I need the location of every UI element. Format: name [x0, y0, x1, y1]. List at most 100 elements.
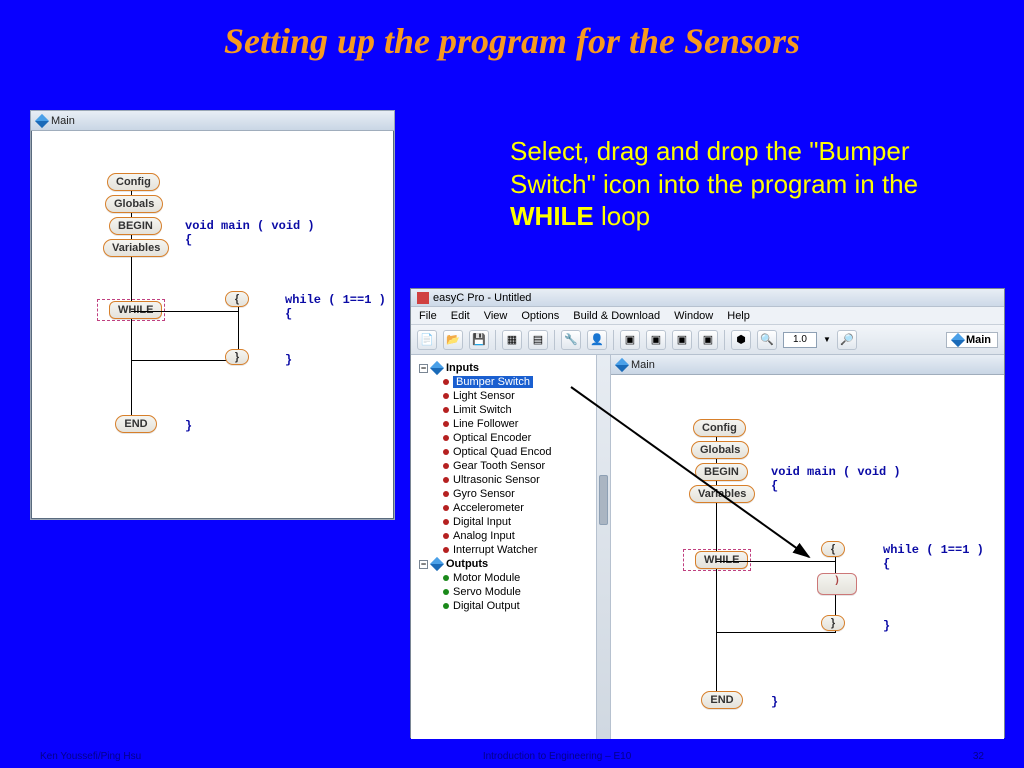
tree-item-optical-encoder[interactable]: Optical Encoder — [415, 431, 610, 445]
tool-icon[interactable]: 🔧 — [561, 330, 581, 350]
instruction-bold: WHILE — [510, 201, 594, 231]
drop-target[interactable]: ) — [817, 573, 857, 595]
wire — [131, 360, 239, 361]
tree-item-digital-input[interactable]: Digital Input — [415, 515, 610, 529]
cube-icon — [430, 361, 444, 375]
scroll-thumb[interactable] — [599, 475, 608, 525]
main-flowchart-window: Main Config Globals BEGIN Variables WHIL… — [30, 110, 395, 520]
group-outputs-label: Outputs — [446, 558, 488, 570]
win2-flowchart: Config Globals BEGIN Variables WHILE { )… — [611, 375, 1004, 759]
bullet-icon — [443, 393, 449, 399]
code-main: void main ( void ) { — [185, 219, 315, 247]
code-close2: } — [771, 695, 778, 709]
tree-item-light-sensor[interactable]: Light Sensor — [415, 389, 610, 403]
tool-icon[interactable]: 👤 — [587, 330, 607, 350]
block-end[interactable]: END — [115, 415, 157, 433]
block-config[interactable]: Config — [107, 173, 160, 191]
tree-item-accelerometer[interactable]: Accelerometer — [415, 501, 610, 515]
dropdown-icon[interactable]: ▼ — [823, 335, 831, 344]
tree-pane: − Inputs Bumper Switch Light Sensor Limi… — [411, 355, 611, 739]
block-globals[interactable]: Globals — [105, 195, 163, 213]
tool-icon[interactable]: ⬢ — [731, 330, 751, 350]
block-end[interactable]: END — [701, 691, 743, 709]
open-icon[interactable]: 📂 — [443, 330, 463, 350]
tree-item-gear-tooth[interactable]: Gear Tooth Sensor — [415, 459, 610, 473]
cube-icon — [430, 557, 444, 571]
bullet-icon — [443, 435, 449, 441]
tree-item-analog-input[interactable]: Analog Input — [415, 529, 610, 543]
win2-appbar: easyC Pro - Untitled — [411, 289, 1004, 307]
tree-item-line-follower[interactable]: Line Follower — [415, 417, 610, 431]
separator — [724, 330, 725, 350]
cube-icon — [615, 357, 629, 371]
tool-icon[interactable]: ▣ — [698, 330, 718, 350]
tree-item-servo-module[interactable]: Servo Module — [415, 585, 610, 599]
win1-title: Main — [51, 115, 75, 127]
save-icon[interactable]: 💾 — [469, 330, 489, 350]
code-close1: } — [285, 353, 292, 367]
tree-item-gyro[interactable]: Gyro Sensor — [415, 487, 610, 501]
block-rbrace[interactable]: } — [225, 349, 249, 365]
bullet-icon — [443, 505, 449, 511]
footer-right: 32 — [973, 751, 984, 762]
main-tab[interactable]: Main — [946, 332, 998, 348]
tree-group-inputs[interactable]: − Inputs — [415, 361, 610, 375]
tool-icon[interactable]: ▤ — [528, 330, 548, 350]
zoom-out-icon[interactable]: 🔎 — [837, 330, 857, 350]
block-variables[interactable]: Variables — [103, 239, 169, 257]
tool-icon[interactable]: ▣ — [620, 330, 640, 350]
wire — [131, 311, 239, 312]
menu-view[interactable]: View — [484, 310, 508, 322]
tree-item-digital-output[interactable]: Digital Output — [415, 599, 610, 613]
tree-item-interrupt[interactable]: Interrupt Watcher — [415, 543, 610, 557]
block-begin[interactable]: BEGIN — [109, 217, 162, 235]
menu-build[interactable]: Build & Download — [573, 310, 660, 322]
collapse-icon[interactable]: − — [419, 364, 428, 373]
block-lbrace[interactable]: { — [821, 541, 845, 557]
separator — [554, 330, 555, 350]
tree-item-motor-module[interactable]: Motor Module — [415, 571, 610, 585]
collapse-icon[interactable]: − — [419, 560, 428, 569]
tree-group-outputs[interactable]: − Outputs — [415, 557, 610, 571]
block-while[interactable]: WHILE — [109, 301, 162, 319]
block-while[interactable]: WHILE — [695, 551, 748, 569]
zoom-in-icon[interactable]: 🔍 — [757, 330, 777, 350]
code-close2: } — [185, 419, 192, 433]
flow-titlebar: Main — [611, 355, 1004, 375]
block-rbrace[interactable]: } — [821, 615, 845, 631]
bullet-icon — [443, 547, 449, 553]
block-begin[interactable]: BEGIN — [695, 463, 748, 481]
menu-window[interactable]: Window — [674, 310, 713, 322]
bullet-icon — [443, 379, 449, 385]
bullet-icon — [443, 477, 449, 483]
menu-edit[interactable]: Edit — [451, 310, 470, 322]
tree-item-ultrasonic[interactable]: Ultrasonic Sensor — [415, 473, 610, 487]
block-globals[interactable]: Globals — [691, 441, 749, 459]
tree-item-bumper-switch[interactable]: Bumper Switch — [415, 375, 610, 389]
cube-icon — [35, 113, 49, 127]
block-variables[interactable]: Variables — [689, 485, 755, 503]
menu-help[interactable]: Help — [727, 310, 750, 322]
tool-icon[interactable]: ▣ — [646, 330, 666, 350]
win1-titlebar: Main — [31, 111, 394, 131]
bullet-icon — [443, 589, 449, 595]
flow-pane: Main Config Globals BEGIN Variables WHIL… — [611, 355, 1004, 739]
menu-file[interactable]: File — [419, 310, 437, 322]
code-while: while ( 1==1 ) { — [285, 293, 386, 321]
bullet-icon — [443, 421, 449, 427]
code-main: void main ( void ) { — [771, 465, 901, 493]
zoom-field[interactable] — [783, 332, 817, 348]
scrollbar[interactable] — [596, 355, 610, 739]
new-icon[interactable]: 📄 — [417, 330, 437, 350]
block-lbrace[interactable]: { — [225, 291, 249, 307]
block-config[interactable]: Config — [693, 419, 746, 437]
tool-icon[interactable]: ▦ — [502, 330, 522, 350]
footer: Ken Youssefi/Ping Hsu Introduction to En… — [0, 751, 1024, 762]
code-while: while ( 1==1 ) { — [883, 543, 984, 571]
easyc-app-window: easyC Pro - Untitled File Edit View Opti… — [410, 288, 1005, 738]
main-tab-label: Main — [966, 334, 991, 346]
tree-item-limit-switch[interactable]: Limit Switch — [415, 403, 610, 417]
tool-icon[interactable]: ▣ — [672, 330, 692, 350]
tree-item-optical-quad[interactable]: Optical Quad Encod — [415, 445, 610, 459]
menu-options[interactable]: Options — [521, 310, 559, 322]
